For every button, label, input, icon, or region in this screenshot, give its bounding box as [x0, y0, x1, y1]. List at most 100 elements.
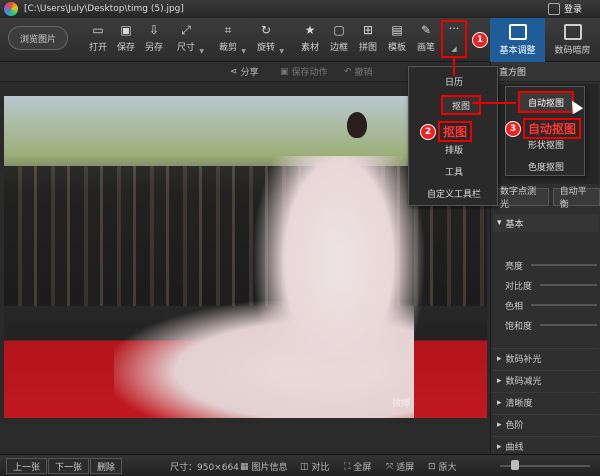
- section-levels[interactable]: ▸ 色阶: [493, 414, 599, 434]
- border-icon: ▢: [333, 23, 345, 37]
- border-button[interactable]: ▢ 边框: [325, 22, 353, 58]
- rotate-button[interactable]: ↻ 旋转 ▼: [252, 22, 284, 58]
- status-bar: 上一张 下一张 删除 尺寸：950×664 ▦ 图片信息 ◫ 对比 ⛶ 全屏 ⤧ 适屏 …: [0, 454, 600, 476]
- app-logo-icon: [4, 2, 18, 16]
- login-button[interactable]: 登录: [547, 2, 582, 15]
- save-action-button[interactable]: ▣ 保存动作: [280, 65, 328, 79]
- submenu-chroma-cutout[interactable]: 色度抠图: [506, 155, 586, 177]
- compare-button[interactable]: ◫ 对比: [300, 460, 330, 474]
- undo-button[interactable]: ↶ 撤销: [344, 65, 373, 79]
- resize-label: 尺寸: [176, 43, 195, 53]
- section-curves[interactable]: ▸ 曲线: [493, 436, 599, 456]
- saturation-label: 饱和度: [505, 321, 533, 332]
- resize-icon: ⤢: [181, 22, 191, 37]
- basic-section-header[interactable]: ▾ 基本: [493, 214, 599, 232]
- menu-item-layout[interactable]: 排版: [409, 139, 499, 159]
- save-as-icon: ⇩: [148, 23, 160, 37]
- menu-item-tools[interactable]: 工具: [409, 161, 499, 181]
- chevron-down-icon[interactable]: ▼: [279, 48, 284, 55]
- original-size-button[interactable]: ⊡ 原大: [428, 460, 457, 474]
- share-button[interactable]: ⋖ 分享: [230, 65, 259, 79]
- brightness-track[interactable]: [531, 264, 597, 266]
- arrow-1: [453, 58, 455, 76]
- chevron-right-icon: ▸: [497, 397, 502, 408]
- spot-metering-button[interactable]: 数字点测光: [493, 187, 549, 210]
- gown: [254, 156, 424, 418]
- fullscreen-icon: ⛶: [344, 461, 351, 472]
- menu-item-cutout[interactable]: 抠图: [441, 95, 481, 115]
- saturation-track[interactable]: [540, 324, 597, 326]
- browse-images-button[interactable]: 浏览图片: [8, 26, 68, 50]
- section-clarity[interactable]: ▸ 清晰度: [493, 392, 599, 412]
- brush-icon: ✎: [420, 23, 432, 37]
- save-button[interactable]: ▣ 保存: [112, 22, 140, 58]
- open-button[interactable]: ▭ 打开: [84, 22, 112, 58]
- step-badge-2: 2: [420, 123, 436, 140]
- callout-2-label: 抠图: [438, 121, 473, 142]
- chevron-down-icon[interactable]: ▼: [199, 48, 204, 55]
- share-icon: ⋖: [230, 66, 238, 77]
- tab-digital-darkroom[interactable]: 数码暗房: [545, 18, 600, 62]
- open-label: 打开: [88, 43, 107, 53]
- delete-button[interactable]: 删除: [90, 458, 123, 474]
- chevron-right-icon: ▸: [497, 353, 502, 364]
- fit-screen-button[interactable]: ⤧ 适屏: [386, 460, 414, 474]
- chevron-down-icon[interactable]: ▼: [241, 48, 246, 55]
- fill-light-label: 数码补光: [505, 355, 542, 365]
- fit-icon: ⤧: [386, 461, 394, 472]
- edit-icon: [508, 24, 527, 40]
- menu-item-custom-toolbar[interactable]: 自定义工具栏: [409, 183, 499, 203]
- material-button[interactable]: ★ 素材: [296, 22, 324, 58]
- next-image-button[interactable]: 下一张: [48, 458, 90, 474]
- chevron-down-icon: ▾: [497, 218, 502, 228]
- tab-basic-adjust[interactable]: 基本调整: [490, 18, 545, 62]
- collage-button[interactable]: ⊞ 拼图: [354, 22, 382, 58]
- crop-button[interactable]: ⌗ 裁剪 ▼: [214, 22, 246, 58]
- zoom-slider-knob[interactable]: [511, 460, 519, 470]
- template-button[interactable]: ▤ 模板: [383, 22, 411, 58]
- image-info-label: 图片信息: [251, 463, 288, 473]
- contrast-slider[interactable]: 对比度: [505, 276, 597, 294]
- share-label: 分享: [240, 68, 259, 78]
- hue-track[interactable]: [531, 304, 597, 306]
- submenu-auto-cutout[interactable]: 自动抠图: [518, 91, 574, 113]
- compare-icon: ◫: [300, 461, 309, 472]
- chevron-right-icon: ▸: [497, 375, 502, 386]
- image-size: 尺寸：950×664: [170, 463, 239, 473]
- chevron-right-icon: ▸: [497, 419, 502, 430]
- curves-label: 曲线: [505, 443, 524, 453]
- save-as-label: 另存: [144, 43, 163, 53]
- brush-button[interactable]: ✎ 画笔: [412, 22, 440, 58]
- undo-icon: ↶: [344, 66, 352, 77]
- template-label: 模板: [387, 43, 406, 53]
- fullscreen-button[interactable]: ⛶ 全屏: [344, 460, 371, 474]
- grid-icon: ⊞: [362, 23, 374, 37]
- histogram-header: 直方图: [491, 62, 600, 82]
- save-as-button[interactable]: ⇩ 另存: [140, 22, 168, 58]
- section-reduce-light[interactable]: ▸ 数码减光: [493, 370, 599, 390]
- hue-slider[interactable]: 色相: [505, 296, 597, 314]
- step-badge-3: 3: [505, 120, 521, 137]
- clarity-label: 清晰度: [505, 399, 533, 409]
- save-label: 保存: [116, 43, 135, 53]
- callout-3-label: 自动抠图: [523, 118, 582, 139]
- folder-icon: ▭: [92, 23, 104, 37]
- material-label: 素材: [300, 43, 319, 53]
- border-label: 边框: [329, 43, 348, 53]
- save-action-label: 保存动作: [291, 68, 328, 78]
- original-icon: ⊡: [428, 461, 436, 472]
- measure-buttons: 数字点测光 自动平衡: [493, 187, 600, 210]
- prev-image-button[interactable]: 上一张: [6, 458, 48, 474]
- brightness-slider[interactable]: 亮度: [505, 256, 597, 274]
- image-info-button[interactable]: ▦ 图片信息: [240, 460, 288, 474]
- contrast-label: 对比度: [505, 281, 533, 292]
- crop-icon: ⌗: [224, 22, 232, 37]
- resize-button[interactable]: ⤢ 尺寸 ▼: [172, 22, 204, 58]
- save-action-icon: ▣: [280, 66, 289, 77]
- saturation-slider[interactable]: 饱和度: [505, 316, 597, 334]
- contrast-track[interactable]: [540, 284, 597, 286]
- auto-balance-button[interactable]: 自动平衡: [552, 187, 600, 210]
- compare-label: 对比: [311, 463, 330, 473]
- watermark: 微博: [392, 399, 411, 409]
- section-fill-light[interactable]: ▸ 数码补光: [493, 348, 599, 368]
